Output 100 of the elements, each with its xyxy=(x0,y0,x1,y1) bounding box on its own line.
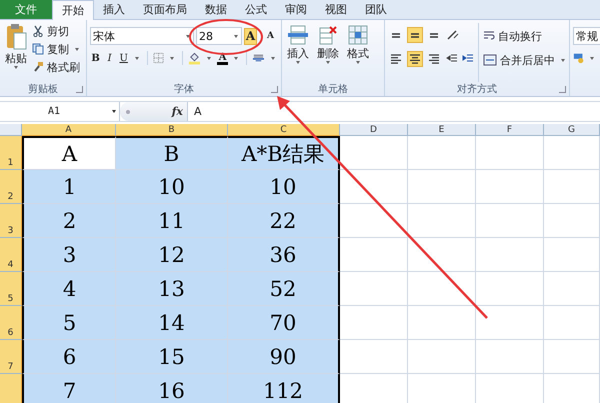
column-header[interactable]: A xyxy=(22,124,116,136)
table-cell: 90 xyxy=(228,340,340,374)
dialog-launcher-icon[interactable] xyxy=(559,86,566,93)
column-header[interactable]: G xyxy=(544,124,600,136)
table-cell xyxy=(476,340,544,374)
caret-icon xyxy=(170,56,174,60)
delete-cells-button[interactable]: 删除 xyxy=(315,24,341,82)
number-format-field[interactable]: 常规 xyxy=(573,27,600,45)
shrink-font-button[interactable]: A xyxy=(264,28,277,44)
caret-icon xyxy=(326,61,330,64)
table-cell: 13 xyxy=(116,272,228,306)
caret-icon xyxy=(14,66,18,69)
table-cell xyxy=(544,340,600,374)
cut-button[interactable]: 剪切 xyxy=(32,23,82,39)
align-button[interactable] xyxy=(407,27,423,43)
table-cell xyxy=(340,306,408,340)
ribbon-tab[interactable]: 公式 xyxy=(236,0,276,19)
caret-icon xyxy=(234,34,238,38)
table-cell xyxy=(340,170,408,204)
group-label: 对齐方式 xyxy=(457,82,497,96)
table-cell xyxy=(340,272,408,306)
align-lines-icon xyxy=(410,54,420,64)
ribbon-tab[interactable]: 数据 xyxy=(196,0,236,19)
table-cell xyxy=(476,272,544,306)
format-painter-button[interactable]: 格式刷 xyxy=(32,59,82,75)
column-header[interactable]: E xyxy=(408,124,476,136)
paste-button[interactable]: 粘贴 xyxy=(3,23,29,82)
grow-font-button[interactable]: A xyxy=(244,28,257,44)
row-header[interactable]: 1 xyxy=(0,136,22,170)
table-cell xyxy=(476,204,544,238)
font-style-button[interactable]: I xyxy=(104,51,116,65)
align-lines-icon xyxy=(429,32,439,38)
ribbon-tab[interactable]: 页面布局 xyxy=(134,0,196,19)
table-cell xyxy=(476,136,544,170)
ribbon-tab[interactable]: 团队 xyxy=(356,0,396,19)
row-header[interactable]: 3 xyxy=(0,204,22,238)
ribbon-tab[interactable]: 插入 xyxy=(94,0,134,19)
merge-center-button[interactable]: 合并后居中 xyxy=(483,52,568,68)
table-cell: A xyxy=(22,136,116,170)
table-cell xyxy=(544,136,600,170)
font-style-button[interactable]: B xyxy=(90,51,102,65)
format-cells-button[interactable]: 格式 xyxy=(345,24,371,82)
font-style-button[interactable]: U xyxy=(118,51,130,65)
copy-button[interactable]: 复制 xyxy=(32,41,82,57)
ribbon-tab[interactable]: 视图 xyxy=(316,0,356,19)
clipboard-icon xyxy=(5,23,27,51)
table-cell xyxy=(408,170,476,204)
dialog-launcher-icon[interactable] xyxy=(271,86,278,93)
font-name-field[interactable]: 宋体 xyxy=(90,27,194,45)
table-cell: 36 xyxy=(228,238,340,272)
row-header[interactable]: 7 xyxy=(0,340,22,374)
insert-function-button[interactable]: fx xyxy=(172,105,183,118)
column-header[interactable]: D xyxy=(340,124,408,136)
currency-icon xyxy=(573,51,585,65)
formula-input[interactable]: A xyxy=(188,102,600,121)
group-label: 字体 xyxy=(174,82,194,96)
align-button[interactable] xyxy=(407,51,423,67)
align-lines-icon xyxy=(410,32,420,38)
row-header[interactable]: 5 xyxy=(0,272,22,306)
fill-bucket-icon xyxy=(188,51,202,65)
text-orientation-icon xyxy=(446,29,460,41)
table-cell xyxy=(408,204,476,238)
caret-icon xyxy=(271,56,275,60)
table-cell: 14 xyxy=(116,306,228,340)
table-cell xyxy=(544,204,600,238)
ribbon-tab[interactable]: 审阅 xyxy=(276,0,316,19)
table-cell: 112 xyxy=(228,374,340,403)
table-cell: 15 xyxy=(116,340,228,374)
caret-icon xyxy=(234,56,238,60)
caret-icon xyxy=(590,56,594,60)
insert-cells-icon xyxy=(287,24,309,46)
table-cell xyxy=(408,238,476,272)
table-cell: 10 xyxy=(116,170,228,204)
table-cell: 10 xyxy=(228,170,340,204)
table-cell: 16 xyxy=(116,374,228,403)
table-cell: 4 xyxy=(22,272,116,306)
delete-cells-icon xyxy=(317,24,339,46)
format-cells-icon xyxy=(348,26,368,44)
insert-cells-button[interactable]: 插入 xyxy=(285,24,311,82)
dialog-launcher-icon[interactable] xyxy=(76,86,83,93)
column-header[interactable]: F xyxy=(476,124,544,136)
table-cell: 70 xyxy=(228,306,340,340)
column-header[interactable]: C xyxy=(228,124,340,136)
scissors-icon xyxy=(32,25,44,37)
row-header[interactable]: 4 xyxy=(0,238,22,272)
caret-icon xyxy=(207,56,212,60)
caret-icon xyxy=(356,61,360,64)
table-cell: 3 xyxy=(22,238,116,272)
font-size-field[interactable]: 28 xyxy=(196,27,242,45)
row-header[interactable]: 6 xyxy=(0,306,22,340)
column-header[interactable]: B xyxy=(116,124,228,136)
ribbon-tab[interactable]: 文件 xyxy=(0,0,52,19)
ribbon-tab[interactable]: 开始 xyxy=(52,0,94,20)
table-cell xyxy=(544,238,600,272)
table-cell xyxy=(544,272,600,306)
table-cell xyxy=(340,204,408,238)
wrap-text-button[interactable]: 自动换行 xyxy=(483,28,568,44)
table-cell: 7 xyxy=(22,374,116,403)
caret-icon xyxy=(75,48,79,50)
row-header[interactable]: 2 xyxy=(0,170,22,204)
